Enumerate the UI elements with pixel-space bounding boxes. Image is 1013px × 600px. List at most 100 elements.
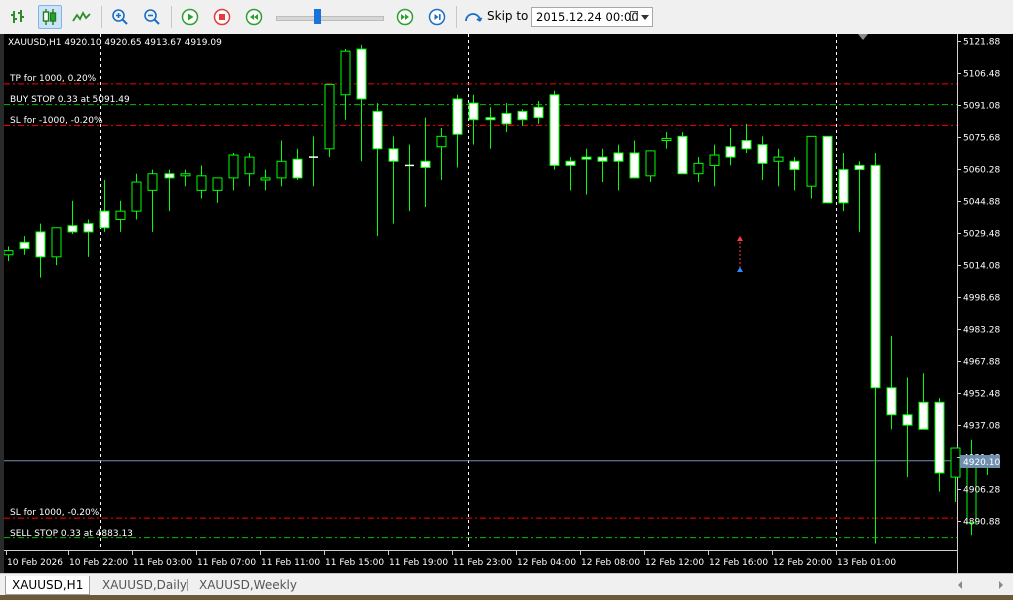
zoom-in-button[interactable]	[108, 5, 132, 29]
speed-slider-track[interactable]	[276, 16, 384, 21]
zoom-in-icon	[112, 9, 128, 25]
candle-bull	[276, 160, 287, 179]
toolbar: Skip to 2015.12.24 00:00	[0, 0, 1013, 35]
candle-bear	[822, 135, 833, 204]
candle-bear	[83, 223, 94, 233]
sell-stop-label: SELL STOP 0.33 at 4883.13	[10, 529, 133, 539]
price-tick-label: 5106.48	[963, 70, 1000, 80]
candle-bear	[757, 144, 768, 164]
bar-chart-button[interactable]	[6, 5, 30, 29]
skip-to-button[interactable]	[461, 5, 485, 29]
price-tick-label: 4983.28	[963, 326, 1000, 336]
candle-bull	[147, 173, 158, 191]
calendar-icon[interactable]	[630, 11, 638, 21]
bar-chart-icon	[11, 10, 24, 23]
candlestick-button[interactable]	[38, 5, 62, 29]
time-tick-label: 11 Feb 23:00	[453, 558, 512, 568]
skip-to-label: Skip to	[487, 9, 529, 23]
candle-bull	[260, 177, 271, 181]
candle-bear	[517, 110, 528, 121]
stop-button[interactable]	[210, 5, 234, 29]
candle-bull	[131, 181, 142, 212]
price-tick-label: 5075.68	[963, 134, 1000, 144]
candle-bear	[468, 102, 479, 121]
skip-to-icon	[465, 13, 483, 22]
candle-bull	[340, 50, 351, 96]
zoom-out-icon	[144, 9, 160, 25]
price-tick-label: 5091.08	[963, 102, 1000, 112]
candle-bull	[212, 177, 223, 191]
candle-bear	[67, 225, 78, 233]
desktop-background	[0, 595, 1013, 600]
candle-bull	[436, 135, 447, 148]
candle-bear	[613, 152, 624, 162]
candle-bear	[870, 164, 881, 389]
candle-bull	[950, 447, 961, 478]
zoom-out-button[interactable]	[140, 5, 164, 29]
price-tick-label: 5014.08	[963, 262, 1000, 272]
candle-bear	[549, 94, 560, 166]
price-tick-label: 4952.48	[963, 390, 1000, 400]
candle-bear	[372, 110, 383, 150]
time-tick-label: 11 Feb 03:00	[133, 558, 192, 568]
price-tick-label: 5121.88	[963, 38, 1000, 48]
candle-bull	[4, 250, 14, 256]
slower-button[interactable]	[242, 5, 266, 29]
speed-slider-thumb[interactable]	[314, 9, 321, 24]
faster-button[interactable]	[393, 5, 417, 29]
time-tick-label: 13 Feb 01:00	[837, 558, 896, 568]
candle-bear	[597, 156, 608, 162]
price-chart[interactable]: 5121.88 5106.48 5091.08 5075.68 5060.28 5044.…	[4, 34, 1013, 573]
candle-bear	[356, 48, 367, 100]
candle-bear	[918, 401, 929, 430]
candle-bear	[420, 160, 431, 169]
candle-bull	[244, 156, 255, 175]
tab-xauusd-weekly[interactable]: XAUUSD,Weekly	[193, 576, 303, 594]
candle-bull	[806, 135, 817, 187]
price-tick-label: 4906.28	[963, 486, 1000, 496]
candle-bear	[99, 210, 110, 229]
candle-bear	[629, 152, 640, 179]
candle-bear	[19, 241, 30, 250]
current-price-label: 4920.10	[963, 458, 1000, 468]
price-tick-label: 5060.28	[963, 166, 1000, 176]
price-tick-label: 4967.88	[963, 358, 1000, 368]
candle-bear	[934, 401, 945, 474]
tab-scroll-left-icon[interactable]	[958, 581, 962, 589]
time-tick-label: 11 Feb 15:00	[325, 558, 384, 568]
line-chart-icon	[72, 11, 91, 22]
time-tick-label: 12 Feb 08:00	[581, 558, 640, 568]
chevron-down-icon[interactable]	[641, 15, 649, 20]
candle-bull	[661, 137, 672, 141]
line-chart-button[interactable]	[70, 5, 94, 29]
skip-to-datetime-input[interactable]: 2015.12.24 00:00	[531, 7, 653, 27]
buy-stop-label: BUY STOP 0.33 at 5091.49	[10, 95, 130, 105]
skip-to-value: 2015.12.24 00:00	[536, 10, 639, 24]
candle-bear	[725, 146, 736, 158]
price-tick-label: 4998.68	[963, 294, 1000, 304]
candle-bear	[854, 164, 865, 171]
candle-bear	[35, 231, 46, 258]
play-icon	[181, 8, 199, 26]
time-tick-label: 11 Feb 07:00	[197, 558, 256, 568]
step-button[interactable]	[425, 5, 449, 29]
candle-bear	[677, 135, 688, 175]
candle-bull	[693, 162, 704, 175]
play-button[interactable]	[178, 5, 202, 29]
time-tick-label: 12 Feb 04:00	[517, 558, 576, 568]
candle-bear	[565, 160, 576, 166]
candle-bull	[773, 156, 784, 162]
toolbar-separator	[171, 6, 172, 28]
candle-bull	[645, 150, 656, 177]
candle-bear	[452, 98, 463, 135]
candle-bull	[196, 175, 207, 191]
tab-xauusd-daily[interactable]: XAUUSD,Daily	[96, 576, 193, 594]
rewind-icon	[245, 8, 263, 26]
candle-bull	[709, 154, 720, 166]
candle-bull	[51, 227, 62, 258]
candle-bull	[180, 173, 191, 177]
time-tick-label: 10 Feb 2026	[7, 558, 63, 568]
tab-xauusd-h1[interactable]: XAUUSD,H1	[5, 576, 91, 595]
tab-scroll-right-icon[interactable]	[999, 581, 1003, 589]
time-tick-label: 12 Feb 16:00	[709, 558, 768, 568]
